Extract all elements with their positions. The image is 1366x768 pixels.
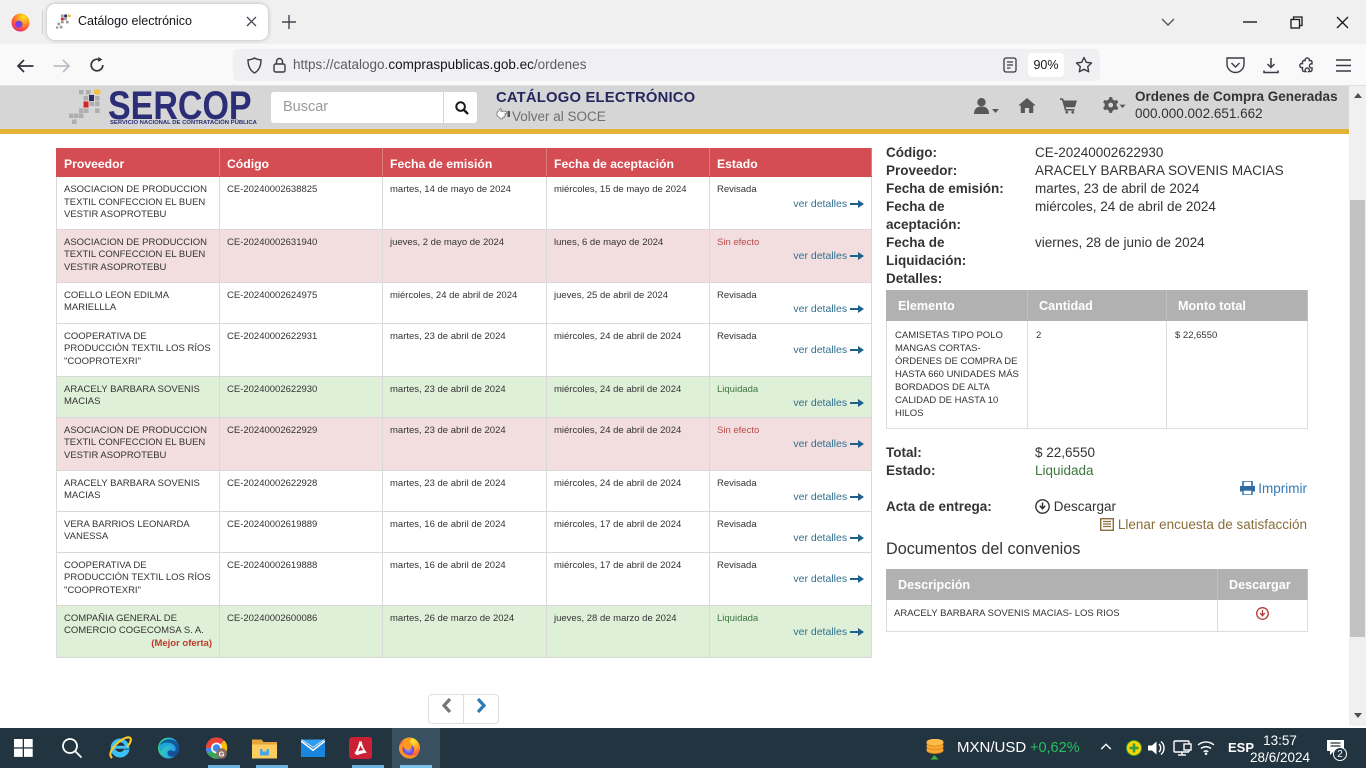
svg-text:G: G: [219, 749, 225, 758]
